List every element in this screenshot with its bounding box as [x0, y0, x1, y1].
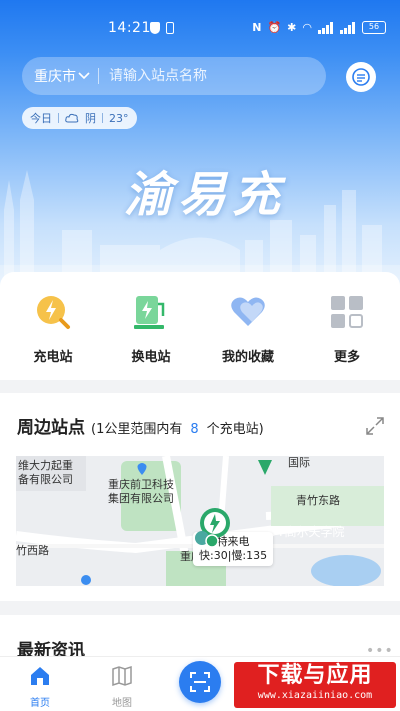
- search-divider: [98, 68, 99, 84]
- map-poi-label: 国际: [288, 456, 310, 469]
- map-label-line: 重庆前卫科技: [108, 478, 174, 491]
- map-poi-label: 重庆前卫科技 集团有限公司: [108, 478, 174, 506]
- chevron-down-icon: [78, 72, 90, 80]
- shield-icon: [150, 22, 160, 34]
- signal-icon-2: [340, 21, 355, 34]
- signal-icon: [318, 21, 333, 34]
- wifi-icon: ◠: [302, 21, 312, 34]
- callout-fast: 快:30: [199, 549, 228, 562]
- battery-swap-icon: [131, 292, 171, 332]
- charging-station-icon: [33, 292, 73, 332]
- status-bar: 14:21 N ⏰ ✱ ◠ 56: [0, 18, 400, 42]
- nav-home-label: 首页: [30, 698, 50, 709]
- map-road-label: 青竹东路: [296, 494, 340, 507]
- cloud-icon: [65, 113, 79, 123]
- menu-favorites[interactable]: 我的收藏: [208, 292, 288, 365]
- scan-button[interactable]: [179, 661, 221, 703]
- menu-battery-swap[interactable]: 换电站: [111, 292, 191, 365]
- watermark-main: 下载与应用: [257, 663, 373, 688]
- nearby-header: 周边站点 (1公里范围内有 8 个充电站): [17, 413, 264, 438]
- map-pin-green-icon[interactable]: [256, 456, 274, 476]
- callout-slow: 慢:135: [231, 549, 268, 562]
- map-poi-label: 维大力起重 备有限公司: [18, 459, 73, 487]
- nav-home[interactable]: 首页: [15, 665, 65, 709]
- alarm-icon: ⏰: [267, 21, 282, 34]
- weather-badge: 今日 阴 23°: [22, 107, 137, 129]
- nearby-stations-card: 周边站点 (1公里范围内有 8 个充电站) 维大力起重 备有限公司 重庆前卫科技…: [0, 393, 400, 601]
- weather-condition: 阴: [85, 112, 96, 125]
- brand-title: 渝易充: [124, 167, 287, 223]
- watermark-sub: www.xiazaiiniao.com: [257, 690, 373, 701]
- sim-icon: [166, 22, 174, 34]
- map-road-label: 竹西路: [16, 544, 49, 557]
- nearby-count: 8: [190, 422, 199, 437]
- nfc-icon: N: [252, 21, 262, 34]
- home-icon: [31, 667, 49, 685]
- map-icon: [112, 665, 132, 687]
- menu-label: 我的收藏: [221, 350, 274, 365]
- weather-day: 今日: [30, 112, 52, 125]
- watermark-logo: 下载与应用 www.xiazaiiniao.com: [234, 662, 396, 708]
- expand-icon[interactable]: [364, 415, 386, 437]
- bluetooth-icon: ✱: [287, 21, 297, 34]
- map-pin-icon: [137, 463, 147, 475]
- nearby-map[interactable]: 维大力起重 备有限公司 重庆前卫科技 集团有限公司 国际 青竹东路 TT高尔夫学…: [16, 456, 384, 586]
- nearby-sub-suffix: 个充电站): [206, 422, 264, 437]
- search-bar[interactable]: 重庆市: [22, 57, 326, 95]
- chat-bubble-icon: [352, 68, 370, 86]
- weather-divider: [58, 113, 59, 123]
- menu-charging-station[interactable]: 充电站: [13, 292, 93, 365]
- menu-label: 换电站: [131, 350, 171, 365]
- scan-icon: [190, 672, 210, 692]
- battery-icon: 56: [362, 21, 386, 34]
- map-label-line: 集团有限公司: [108, 492, 174, 505]
- nearby-sub-prefix: (1公里范围内有: [91, 422, 183, 437]
- map-poi-label: TT高尔夫学院: [270, 525, 345, 539]
- map-small-pin-icon: [81, 575, 91, 585]
- city-label: 重庆市: [34, 69, 76, 85]
- map-location-dot-icon: [205, 534, 219, 548]
- message-button[interactable]: [346, 62, 376, 92]
- menu-more[interactable]: 更多: [307, 292, 387, 365]
- nav-map-label: 地图: [112, 698, 132, 709]
- hero-banner: 14:21 N ⏰ ✱ ◠ 56 重庆市 今日: [0, 0, 400, 300]
- search-input[interactable]: [109, 68, 299, 84]
- map-label-line: 维大力起重: [18, 459, 73, 472]
- weather-divider-2: [102, 113, 103, 123]
- menu-label: 充电站: [33, 350, 73, 365]
- map-label-line: 备有限公司: [18, 473, 73, 486]
- favorite-heart-icon: [228, 292, 268, 332]
- nearby-title: 周边站点: [17, 418, 85, 438]
- city-selector[interactable]: 重庆市: [34, 66, 90, 86]
- status-time: 14:21: [108, 20, 151, 36]
- menu-label: 更多: [333, 350, 360, 365]
- more-grid-icon: [327, 292, 367, 332]
- quick-menu-card: 充电站 换电站 我的收藏 更多: [0, 272, 400, 380]
- weather-temperature: 23°: [109, 111, 129, 125]
- nav-map[interactable]: 地图: [97, 665, 147, 709]
